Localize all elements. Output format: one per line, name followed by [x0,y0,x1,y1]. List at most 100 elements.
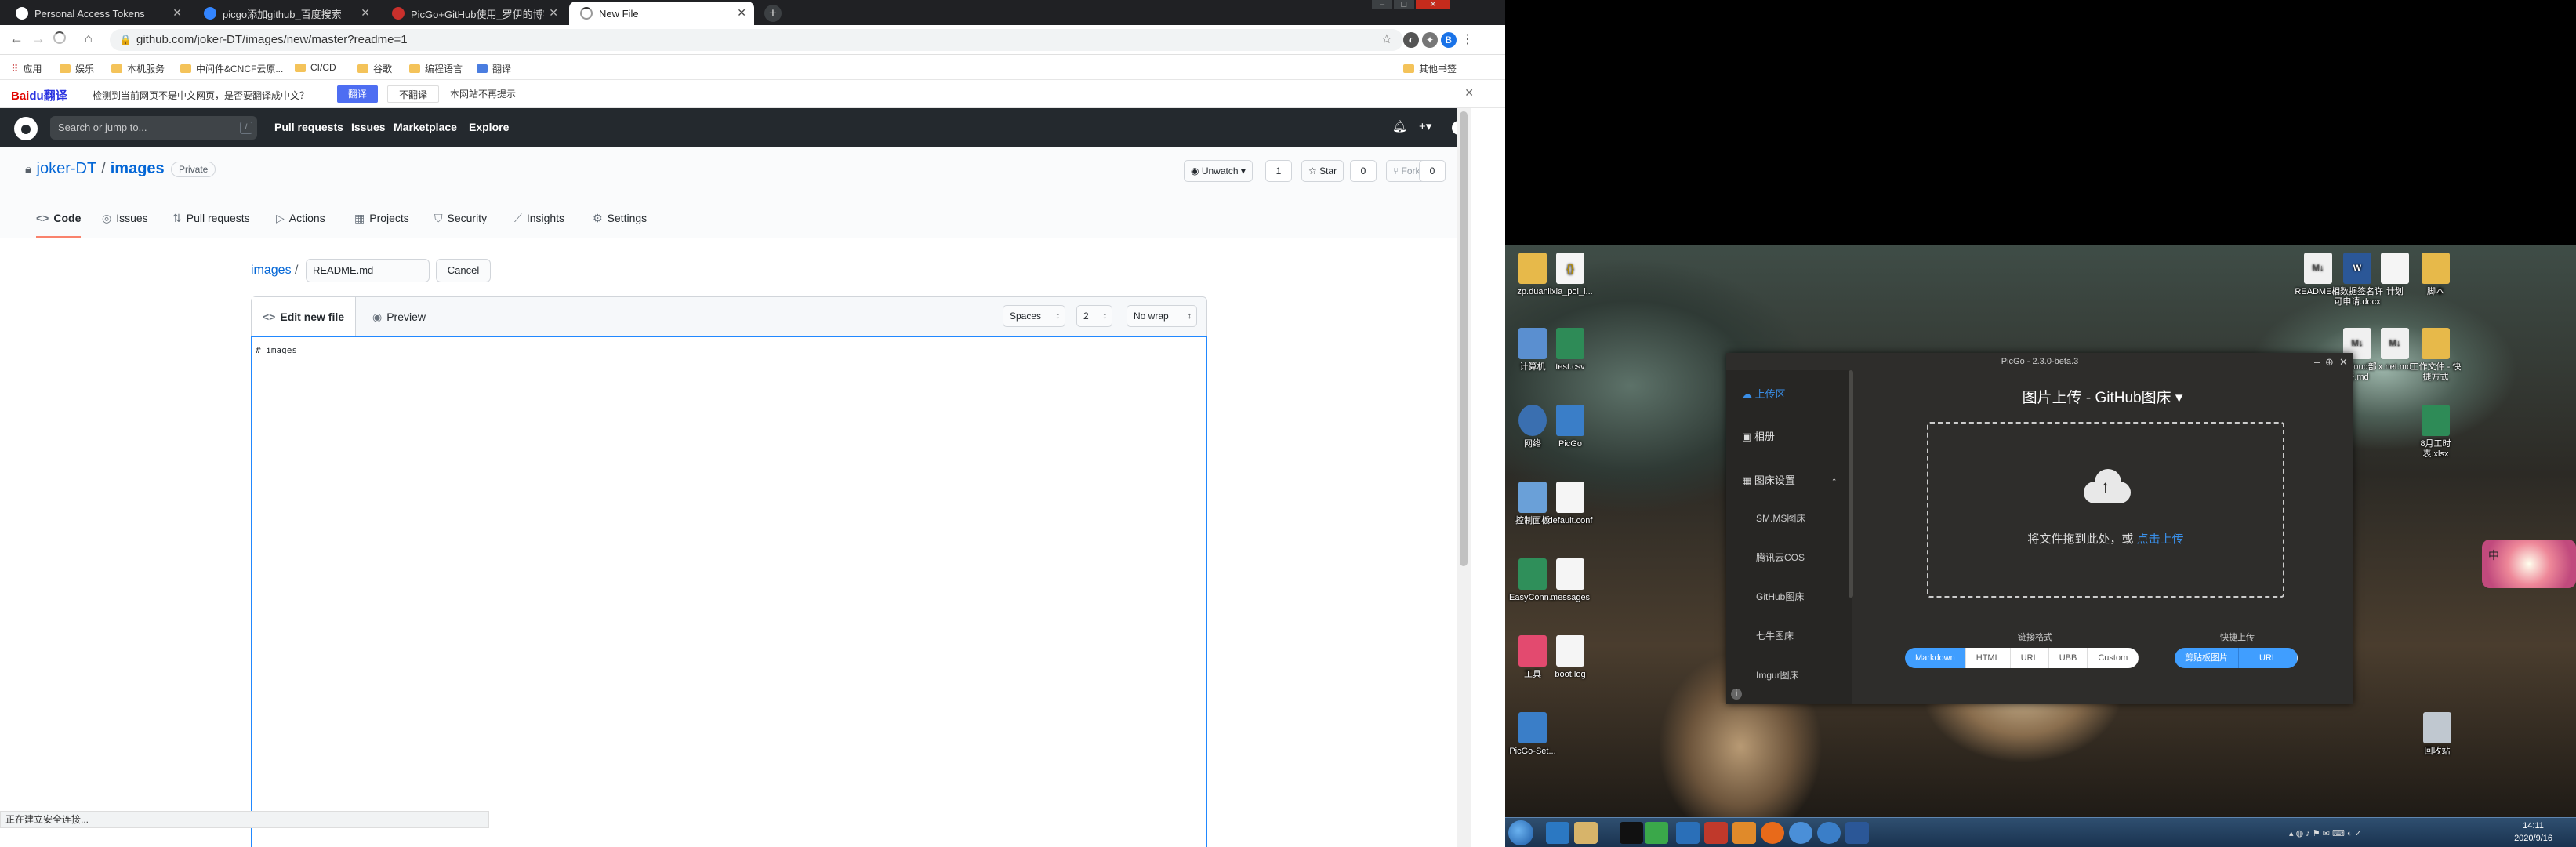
repo-owner-link[interactable]: joker-DT [37,160,97,177]
stop-loading-icon[interactable] [53,31,66,44]
maximize-button[interactable]: □ [1394,0,1414,9]
bookmark-folder[interactable]: CI/CD [295,62,336,73]
bookmark-star-icon[interactable]: ☆ [1381,29,1392,51]
edit-file-tab[interactable]: <> Edit new file [252,297,357,336]
close-window-button[interactable]: ✕ [1416,0,1450,9]
search-input[interactable]: Search or jump to... / [50,116,257,140]
wechat-icon[interactable] [1645,822,1668,844]
repo-name-link[interactable]: images [111,160,165,177]
no-translate-button[interactable]: 不翻译 [387,85,440,103]
browser-tab-1[interactable]: Personal Access Tokens ✕ [5,2,190,25]
clipboard-upload-button[interactable]: 剪贴板图片 [2175,648,2239,668]
minimize-button[interactable]: – [1372,0,1392,9]
tab-pull-requests[interactable]: ⇅ Pull requests [172,212,250,238]
address-bar[interactable]: 🔒 github.com/joker-DT/images/new/master?… [110,29,1403,51]
sidebar-item-upload[interactable]: ☁ 上传区 [1742,386,1786,401]
fork-count[interactable]: 0 [1419,160,1446,182]
filename-input[interactable]: README.md [306,259,430,282]
nav-pull-requests[interactable]: Pull requests [274,121,343,133]
close-icon[interactable]: ✕ [1464,86,1474,100]
desktop-icon[interactable]: PicGo [1543,405,1598,449]
sidebar-item-smms[interactable]: SM.MS图床 [1756,511,1805,525]
browser-tab-2[interactable]: picgo添加github_百度搜索 ✕ [193,2,378,25]
click-upload-link[interactable]: 点击上传 [2137,533,2184,546]
watch-count[interactable]: 1 [1265,160,1292,182]
close-icon[interactable]: ✕ [549,6,558,20]
line-wrap-select[interactable]: No wrap [1127,305,1197,327]
upload-dropzone[interactable]: ↑ 将文件拖到此处，或 点击上传 [1927,422,2284,598]
app-icon[interactable] [1676,822,1700,844]
bookmark-folder[interactable]: 编程语言 [409,62,463,75]
nav-explore[interactable]: Explore [469,121,509,133]
close-button[interactable]: ✕ [2339,356,2348,369]
desktop-icon[interactable]: messages [1543,558,1598,603]
format-url[interactable]: URL [2010,648,2049,668]
chrome-icon[interactable] [1789,822,1812,844]
nav-issues[interactable]: Issues [351,121,386,133]
sidebar-item-imgur[interactable]: Imgur图床 [1756,668,1799,682]
bookmark-folder[interactable]: 谷歌 [357,62,392,75]
maximize-button[interactable]: ⊕ [2325,356,2334,369]
ie-icon[interactable] [1546,822,1569,844]
sidebar-item-settings[interactable]: ▦ 图床设置 ⌃ [1742,472,1837,487]
unwatch-button[interactable]: ◉ Unwatch ▾ [1184,160,1253,182]
code-editor[interactable]: # images [251,336,1207,847]
back-icon[interactable]: ← [9,31,24,47]
format-markdown[interactable]: Markdown [1905,648,1966,668]
star-button[interactable]: ☆ Star [1301,160,1344,182]
sidebar-item-cos[interactable]: 腾讯云COS [1756,551,1805,564]
indent-mode-select[interactable]: Spaces [1003,305,1065,327]
breadcrumb-repo-link[interactable]: images [251,264,292,277]
system-tray-icons[interactable]: ▴ ◍ ♪ ⚑ ✉ ⌨ ◐ ✓ [2289,828,2362,838]
picgo-header[interactable]: 图片上传 - GitHub图床 ▾ [1867,386,2338,407]
qq-icon[interactable] [1620,822,1643,844]
info-icon[interactable]: i [1731,689,1742,700]
tab-security[interactable]: ⛉ Security [434,212,487,238]
home-icon[interactable]: ⌂ [85,32,93,46]
tab-code[interactable]: <> Code [36,212,82,238]
apps-bookmark[interactable]: ⠿ 应用 [11,62,42,75]
format-html[interactable]: HTML [1965,648,2011,668]
other-bookmarks[interactable]: 其他书签 [1403,62,1457,75]
tab-actions[interactable]: ▷ Actions [276,212,325,238]
desktop-icon[interactable]: 脚本 [2408,253,2463,297]
floating-widget[interactable]: 中 [2482,540,2576,588]
desktop-icon[interactable]: boot.log [1543,635,1598,680]
sidebar-item-github[interactable]: GitHub图床 [1756,590,1804,603]
desktop-icon[interactable]: 回收站 [2410,712,2465,757]
start-button[interactable] [1508,820,1533,845]
bell-icon[interactable]: 🔔︎ [1392,119,1407,133]
new-tab-button[interactable]: + [764,5,782,22]
browser-tab-3[interactable]: PicGo+GitHub使用_罗伊的博客 ✕ [381,2,566,25]
plus-dropdown-icon[interactable]: +▾ [1419,119,1431,133]
tab-projects[interactable]: ▦ Projects [354,212,409,238]
desktop-icon[interactable]: test.csv [1543,328,1598,373]
page-scrollbar[interactable] [1457,108,1471,847]
github-logo-icon[interactable] [14,117,38,140]
app-icon[interactable] [1704,822,1728,844]
browser-tab-4[interactable]: New File ✕ [569,2,754,25]
desktop-icon[interactable]: default.conf [1543,482,1598,526]
bookmark-folder[interactable]: 中间件&CNCF云原... [180,62,283,75]
desktop-icon[interactable]: PicGo-Set... [1505,712,1560,757]
sidebar-scrollbar[interactable] [1849,370,1853,598]
app-icon[interactable] [1845,822,1869,844]
close-icon[interactable]: ✕ [361,6,370,20]
bookmark-folder[interactable]: 本机服务 [111,62,165,75]
preview-tab[interactable]: ◉ Preview [361,297,437,336]
profile-avatar[interactable]: B [1441,32,1457,48]
picgo-taskbar-icon[interactable] [1817,822,1841,844]
bookmark-folder[interactable]: 娱乐 [60,62,94,75]
bookmark-translate[interactable]: 翻译 [477,62,511,75]
puzzle-icon[interactable]: ✦ [1422,32,1438,48]
tab-insights[interactable]: ⟋ Insights [514,212,564,238]
app-icon[interactable] [1732,822,1756,844]
scrollbar-thumb[interactable] [1460,111,1468,566]
desktop-icon[interactable]: 8月工时表.xlsx [2408,405,2463,460]
never-translate-link[interactable]: 本网站不再提示 [439,85,527,103]
clock[interactable]: 14:11 2020/9/16 [2514,820,2552,845]
nav-marketplace[interactable]: Marketplace [394,121,457,133]
firefox-icon[interactable] [1761,822,1784,844]
cancel-button[interactable]: Cancel [436,259,491,282]
format-ubb[interactable]: UBB [2048,648,2088,668]
